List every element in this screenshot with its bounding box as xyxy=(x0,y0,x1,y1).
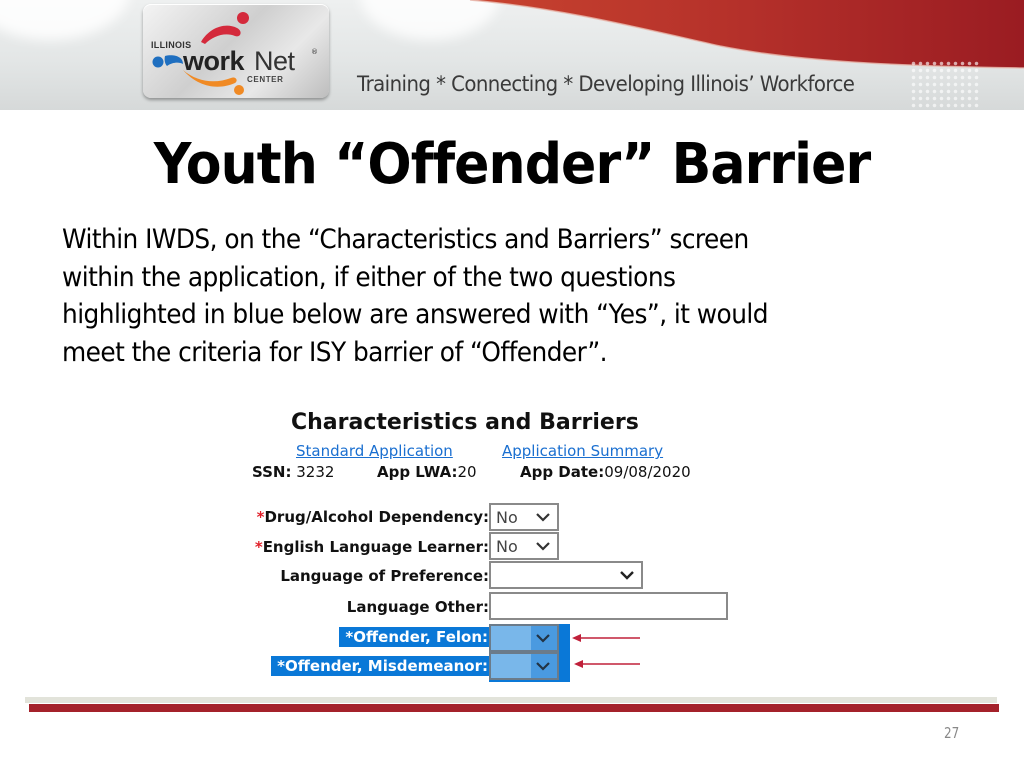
app-lwa-value: 20 xyxy=(457,463,477,481)
footer-divider-red xyxy=(29,704,999,712)
chevron-down-icon xyxy=(536,662,550,671)
english-learner-label: *English Language Learner: xyxy=(255,537,489,557)
worknet-logo: ILLINOIS work Net ® CENTER xyxy=(143,4,329,98)
offender-misdemeanor-label: *Offender, Misdemeanor: xyxy=(271,656,489,676)
field-label-text: Language of Preference: xyxy=(280,567,489,585)
offender-felon-label: *Offender, Felon: xyxy=(339,627,489,647)
required-asterisk: * xyxy=(254,538,263,556)
ssn-value: 3232 xyxy=(291,463,335,481)
field-label-text: Drug/Alcohol Dependency: xyxy=(264,508,489,526)
chevron-down-icon xyxy=(536,542,550,551)
app-date-value: 09/08/2020 xyxy=(604,463,691,481)
app-date-label: App Date: xyxy=(520,463,605,481)
application-summary-link[interactable]: Application Summary xyxy=(502,442,663,460)
logo-registered-mark: ® xyxy=(311,48,318,56)
field-label-text: Offender, Felon: xyxy=(353,628,488,646)
select-value: No xyxy=(496,537,518,556)
standard-application-link[interactable]: Standard Application xyxy=(296,442,453,460)
required-asterisk: * xyxy=(277,657,285,675)
slide-body: Within IWDS, on the “Characteristics and… xyxy=(62,221,942,371)
app-lwa-readout: App LWA:20 xyxy=(377,463,477,481)
chevron-down-icon xyxy=(620,571,634,580)
logo-center-text: CENTER xyxy=(247,75,284,84)
offender-misdemeanor-select[interactable] xyxy=(489,652,559,680)
offender-felon-select[interactable] xyxy=(489,624,559,652)
language-preference-label: Language of Preference: xyxy=(280,566,489,586)
halftone-dots xyxy=(910,60,980,110)
drug-alcohol-label: *Drug/Alcohol Dependency: xyxy=(257,507,489,527)
logo-work-text: work xyxy=(183,46,245,76)
field-label-text: English Language Learner: xyxy=(262,538,489,556)
chevron-down-icon xyxy=(536,634,550,643)
header-banner: ILLINOIS work Net ® CENTER Training * Co… xyxy=(0,0,1024,110)
english-learner-select[interactable]: No xyxy=(489,532,559,560)
language-other-label: Language Other: xyxy=(347,597,489,617)
body-line: meet the criteria for ISY barrier of “Of… xyxy=(62,336,608,368)
form-heading: Characteristics and Barriers xyxy=(291,410,639,435)
body-line: Within IWDS, on the “Characteristics and… xyxy=(62,224,749,255)
app-lwa-label: App LWA: xyxy=(377,463,458,481)
ssn-readout: SSN: 3232 xyxy=(252,463,334,481)
arrow-left-icon xyxy=(572,634,640,642)
select-value: No xyxy=(496,508,518,527)
slide-title: Youth “Offender” Barrier xyxy=(153,132,871,197)
app-date-readout: App Date:09/08/2020 xyxy=(520,463,691,481)
language-preference-select[interactable] xyxy=(489,561,643,589)
page-number: 27 xyxy=(944,724,960,742)
body-line: within the application, if either of the… xyxy=(62,261,676,293)
language-other-input[interactable] xyxy=(489,592,728,620)
footer-divider-gray xyxy=(25,697,997,703)
body-line: highlighted in blue below are answered w… xyxy=(62,299,769,330)
field-label-text: Language Other: xyxy=(346,598,489,616)
drug-alcohol-select[interactable]: No xyxy=(489,503,559,531)
logo-net-text: Net xyxy=(254,46,295,76)
ssn-label: SSN: xyxy=(252,463,292,481)
chevron-down-icon xyxy=(536,513,550,522)
arrow-left-icon xyxy=(574,660,640,668)
header-tagline: Training * Connecting * Developing Illin… xyxy=(357,72,855,96)
field-label-text: Offender, Misdemeanor: xyxy=(285,657,488,675)
